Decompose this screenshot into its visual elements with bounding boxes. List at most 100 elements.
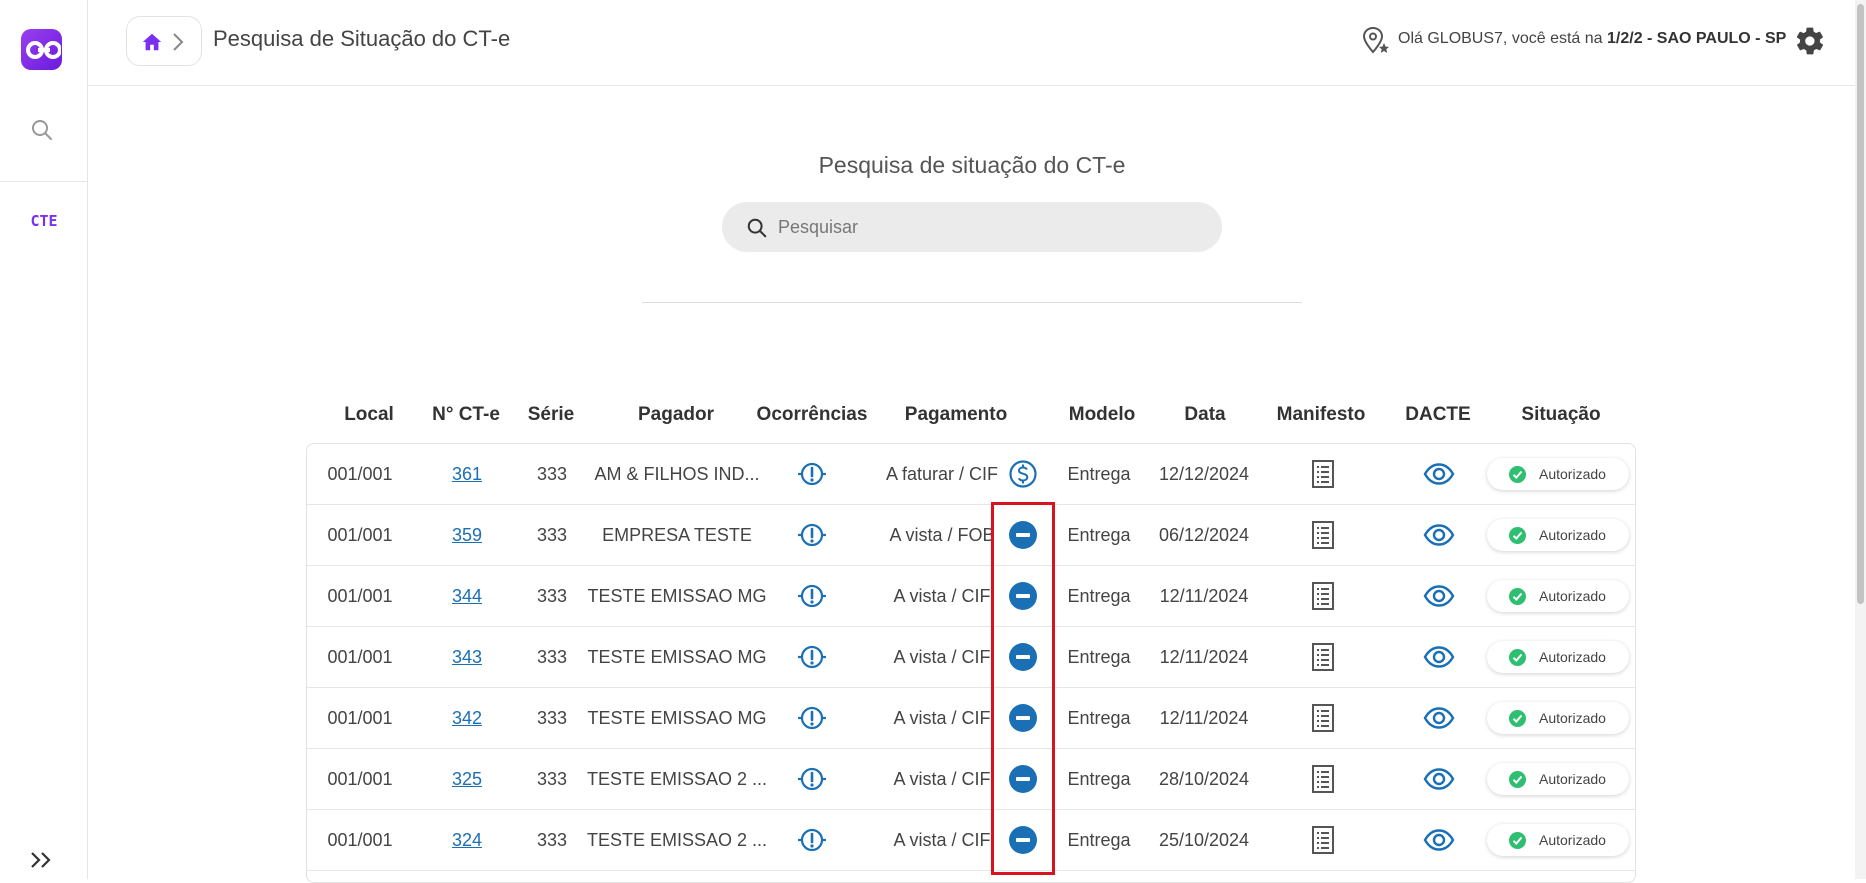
manifest-document-icon[interactable]: [1307, 458, 1339, 490]
cte-number-link[interactable]: 343: [422, 647, 512, 668]
status-label: Autorizado: [1539, 588, 1606, 604]
search-divider: [642, 302, 1302, 303]
sidebar: CTE: [0, 0, 88, 879]
check-circle-icon: [1509, 771, 1526, 788]
manifest-document-icon[interactable]: [1307, 580, 1339, 612]
payment-icons-highlight: [991, 502, 1055, 875]
table-row: 001/001 344 333 TESTE EMISSAO MG A vista / C…: [307, 566, 1635, 627]
app-logo[interactable]: [21, 29, 62, 70]
cell-pagamento: A vista / FOB: [889, 525, 995, 545]
search-icon[interactable]: [30, 118, 54, 142]
page-scrollbar[interactable]: [1855, 0, 1866, 879]
column-header-numero: N° CT-e: [432, 404, 500, 425]
cell-pagador: AM & FILHOS IND...: [594, 464, 760, 484]
sidebar-divider: [0, 181, 88, 182]
cte-number-link[interactable]: 342: [422, 708, 512, 729]
cell-local: 001/001: [327, 586, 393, 606]
cell-pagador: TESTE EMISSAO 2 ...: [587, 830, 768, 850]
status-badge: Autorizado: [1487, 824, 1629, 856]
eye-icon[interactable]: [1423, 580, 1455, 612]
eye-icon[interactable]: [1423, 519, 1455, 551]
alert-circle-icon[interactable]: [796, 580, 828, 612]
eye-icon[interactable]: [1423, 824, 1455, 856]
logo-mark-icon: [26, 41, 61, 59]
eye-icon[interactable]: [1423, 641, 1455, 673]
eye-icon[interactable]: [1423, 763, 1455, 795]
column-header-local: Local: [344, 404, 394, 425]
breadcrumb: [126, 16, 202, 66]
status-label: Autorizado: [1539, 710, 1606, 726]
table-row: 001/001 324 333 TESTE EMISSAO 2 ... A vista …: [307, 810, 1635, 871]
alert-circle-icon[interactable]: [796, 519, 828, 551]
cell-modelo: Entrega: [1067, 830, 1131, 850]
cell-local: 001/001: [327, 647, 393, 667]
cell-modelo: Entrega: [1067, 464, 1131, 484]
cell-data: 12/11/2024: [1159, 708, 1249, 728]
search-box[interactable]: [722, 202, 1222, 252]
manifest-document-icon[interactable]: [1307, 763, 1339, 795]
cell-local: 001/001: [327, 708, 393, 728]
cell-pagamento: A vista / CIF: [893, 647, 991, 667]
status-badge: Autorizado: [1487, 519, 1629, 551]
cte-number-link[interactable]: 359: [422, 525, 512, 546]
user-location-greeting: Olá GLOBUS7, você está na 1/2/2 - SAO PA…: [1398, 30, 1786, 48]
cell-pagador: TESTE EMISSAO 2 ...: [587, 769, 768, 789]
alert-circle-icon[interactable]: [796, 641, 828, 673]
alert-circle-icon[interactable]: [796, 763, 828, 795]
manifest-document-icon[interactable]: [1307, 824, 1339, 856]
eye-icon[interactable]: [1423, 458, 1455, 490]
alert-circle-icon[interactable]: [796, 824, 828, 856]
cell-pagamento: A vista / CIF: [893, 708, 991, 728]
status-label: Autorizado: [1539, 649, 1606, 665]
table-row: 001/001 359 333 EMPRESA TESTE A vista / FOB E…: [307, 505, 1635, 566]
table-row: 001/001 325 333 TESTE EMISSAO 2 ... A vista …: [307, 749, 1635, 810]
scrollbar-thumb[interactable]: [1857, 4, 1864, 604]
alert-circle-icon[interactable]: [796, 702, 828, 734]
cell-local: 001/001: [327, 830, 393, 850]
sidebar-item-cte[interactable]: CTE: [0, 212, 88, 230]
cell-modelo: Entrega: [1067, 647, 1131, 667]
location-star-icon: [1362, 26, 1389, 54]
check-circle-icon: [1509, 466, 1526, 483]
cte-number-link[interactable]: 324: [422, 830, 512, 851]
cell-modelo: Entrega: [1067, 708, 1131, 728]
status-label: Autorizado: [1539, 527, 1606, 543]
cell-pagamento: A vista / CIF: [893, 586, 991, 606]
table-row: 001/001 343 333 TESTE EMISSAO MG A vista / C…: [307, 627, 1635, 688]
cell-pagador: TESTE EMISSAO MG: [587, 586, 767, 606]
manifest-document-icon[interactable]: [1307, 702, 1339, 734]
cell-serie: 333: [536, 525, 568, 545]
eye-icon[interactable]: [1423, 702, 1455, 734]
expand-sidebar-icon[interactable]: [28, 848, 56, 872]
column-header-pagamento: Pagamento: [904, 404, 1008, 425]
dollar-circle-icon[interactable]: [1007, 458, 1039, 490]
check-circle-icon: [1509, 710, 1526, 727]
status-label: Autorizado: [1539, 771, 1606, 787]
gear-icon[interactable]: [1794, 25, 1826, 57]
manifest-document-icon[interactable]: [1307, 519, 1339, 551]
cte-number-link[interactable]: 344: [422, 586, 512, 607]
column-header-data: Data: [1184, 404, 1226, 425]
cell-modelo: Entrega: [1067, 586, 1131, 606]
cell-modelo: Entrega: [1067, 525, 1131, 545]
alert-circle-icon[interactable]: [796, 458, 828, 490]
search-icon: [747, 218, 767, 238]
manifest-document-icon[interactable]: [1307, 641, 1339, 673]
cell-pagamento: A vista / CIF: [893, 769, 991, 789]
column-header-ocorrencias: Ocorrências: [756, 404, 868, 425]
cell-serie: 333: [536, 464, 568, 484]
cell-pagador: TESTE EMISSAO MG: [587, 647, 767, 667]
status-label: Autorizado: [1539, 466, 1606, 482]
column-header-serie: Série: [527, 404, 575, 425]
check-circle-icon: [1509, 649, 1526, 666]
search-input[interactable]: [778, 202, 1198, 252]
home-icon[interactable]: [141, 31, 163, 53]
page-title: Pesquisa de Situação do CT-e: [213, 26, 511, 51]
cte-number-link[interactable]: 325: [422, 769, 512, 790]
cell-data: 12/11/2024: [1159, 586, 1249, 606]
cte-number-link[interactable]: 361: [422, 464, 512, 485]
column-header-situacao: Situação: [1521, 404, 1601, 425]
table-row: 001/001 361 333 AM & FILHOS IND... A faturar…: [307, 444, 1635, 505]
cell-data: 28/10/2024: [1158, 769, 1250, 789]
cell-local: 001/001: [327, 769, 393, 789]
